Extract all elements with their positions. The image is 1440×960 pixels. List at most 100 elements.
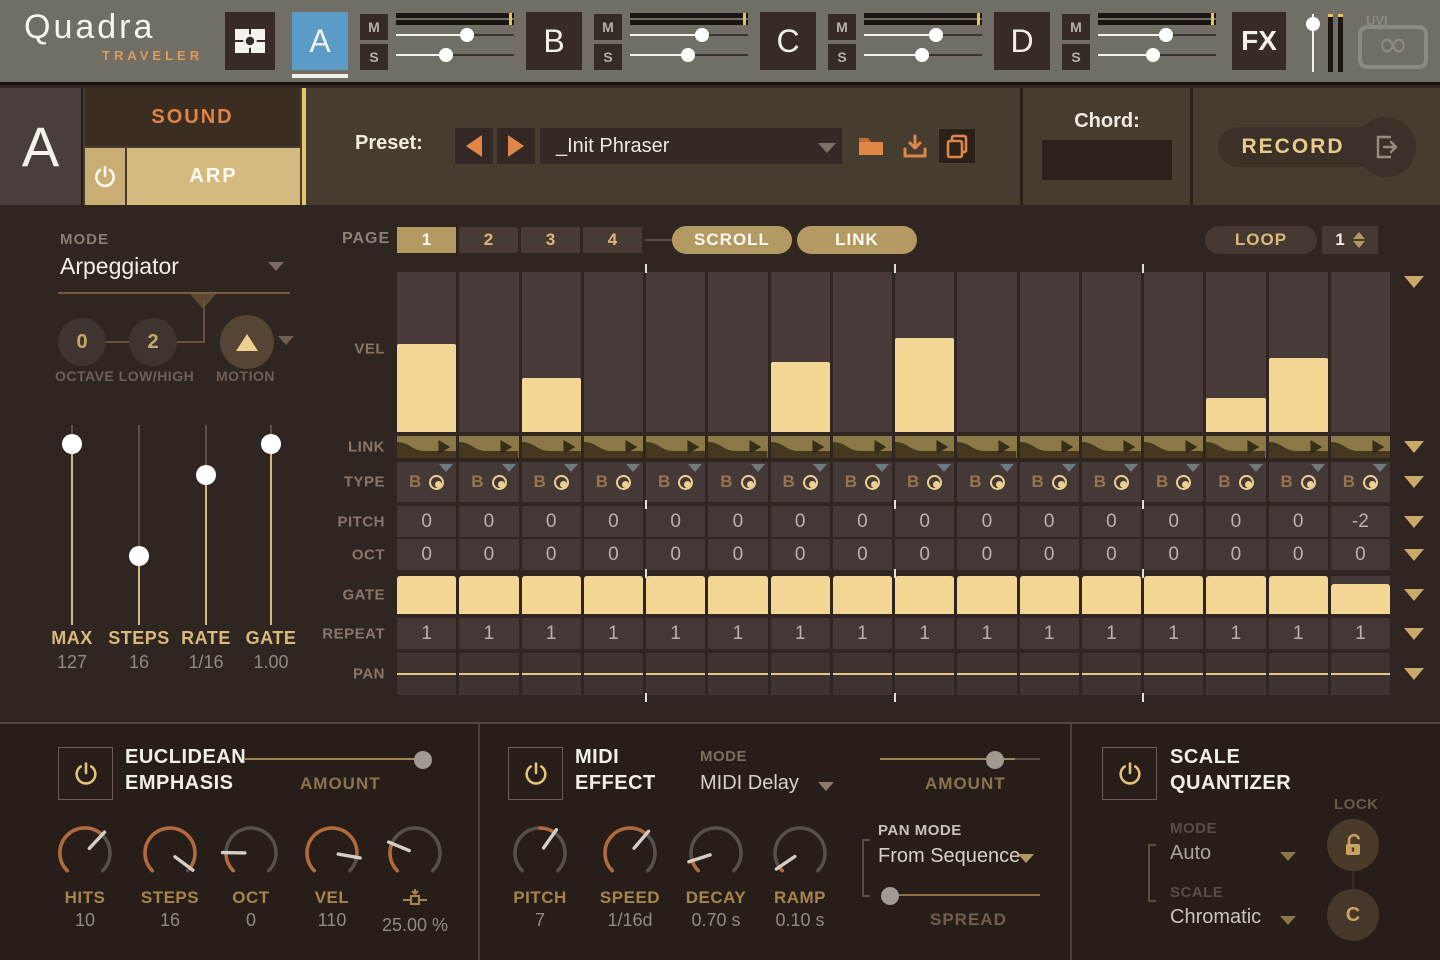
link-button[interactable]: LINK (797, 226, 917, 254)
link-step-15[interactable] (1268, 436, 1328, 458)
pitch-step-2[interactable]: 0 (459, 506, 519, 537)
volume-slider-D[interactable] (1098, 28, 1216, 42)
euclidean-amount-slider[interactable] (245, 758, 428, 760)
scale-mode-dropdown-icon[interactable] (1280, 852, 1296, 861)
pan-step-2[interactable] (459, 653, 519, 695)
link-step-8[interactable] (832, 436, 892, 458)
repeat-step-12[interactable]: 1 (1081, 618, 1141, 649)
repeat-step-13[interactable]: 1 (1144, 618, 1204, 649)
link-step-13[interactable] (1144, 436, 1204, 458)
motion-dropdown-icon[interactable] (278, 336, 294, 345)
repeat-step-8[interactable]: 1 (832, 618, 892, 649)
gate-step-15[interactable] (1268, 576, 1328, 614)
euclidean-oct-knob[interactable]: OCT 0 (209, 822, 293, 931)
steps-slider[interactable] (129, 425, 149, 625)
solo-button-C[interactable]: S (828, 44, 856, 70)
gate-step-11[interactable] (1019, 576, 1079, 614)
euclidean-steps-knob[interactable]: STEPS 16 (128, 822, 212, 931)
pitch-step-6[interactable]: 0 (708, 506, 768, 537)
pitch-step-3[interactable]: 0 (521, 506, 581, 537)
pan-slider-B[interactable] (630, 48, 748, 62)
scale-dropdown[interactable]: Chromatic (1170, 906, 1261, 929)
pitch-step-13[interactable]: 0 (1144, 506, 1204, 537)
pan-step-14[interactable] (1206, 653, 1266, 695)
repeat-step-10[interactable]: 1 (957, 618, 1017, 649)
type-dropdown-icon[interactable] (688, 464, 703, 472)
pan-step-3[interactable] (521, 653, 581, 695)
spread-handle[interactable] (881, 887, 899, 905)
type-dropdown-icon[interactable] (999, 464, 1014, 472)
volume-slider-B[interactable] (630, 28, 748, 42)
vel-step-16[interactable] (1330, 272, 1390, 432)
type-dropdown-icon[interactable] (1186, 464, 1201, 472)
type-dropdown-icon[interactable] (1248, 464, 1263, 472)
gate-step-7[interactable] (770, 576, 830, 614)
preset-save-button[interactable] (896, 128, 934, 164)
part-tab-C[interactable]: C (760, 12, 816, 70)
pan-step-16[interactable] (1330, 653, 1390, 695)
humanize-knob[interactable]: 25.00 % (373, 822, 457, 936)
link-step-11[interactable] (1019, 436, 1079, 458)
vel-step-12[interactable] (1081, 272, 1141, 432)
preset-copy-button[interactable] (938, 128, 976, 164)
chord-field[interactable] (1042, 140, 1172, 180)
pitch-step-4[interactable]: 0 (583, 506, 643, 537)
gate-step-6[interactable] (708, 576, 768, 614)
oct-step-15[interactable]: 0 (1268, 539, 1328, 570)
type-dropdown-icon[interactable] (501, 464, 516, 472)
pan-step-5[interactable] (646, 653, 706, 695)
type-row-menu-icon[interactable] (1404, 476, 1424, 488)
repeat-step-1[interactable]: 1 (397, 618, 457, 649)
page-button-4[interactable]: 4 (583, 227, 642, 253)
type-dropdown-icon[interactable] (1061, 464, 1076, 472)
volume-slider-C[interactable] (864, 28, 982, 42)
vel-step-15[interactable] (1268, 272, 1328, 432)
link-step-7[interactable] (770, 436, 830, 458)
vel-step-10[interactable] (957, 272, 1017, 432)
fx-tab[interactable]: FX (1232, 12, 1286, 70)
pitch-row-menu-icon[interactable] (1404, 515, 1424, 528)
preset-browse-button[interactable] (852, 128, 890, 164)
repeat-step-16[interactable]: 1 (1330, 618, 1390, 649)
repeat-step-3[interactable]: 1 (521, 618, 581, 649)
tab-sound[interactable]: SOUND (85, 88, 300, 146)
repeat-step-6[interactable]: 1 (708, 618, 768, 649)
mode-dropdown[interactable]: Arpeggiator (60, 253, 179, 280)
link-step-4[interactable] (583, 436, 643, 458)
euclidean-amount-handle[interactable] (413, 751, 432, 769)
repeat-step-11[interactable]: 1 (1019, 618, 1079, 649)
type-dropdown-icon[interactable] (812, 464, 827, 472)
pan-step-6[interactable] (708, 653, 768, 695)
pan-slider-C[interactable] (864, 48, 982, 62)
pitch-step-16[interactable]: -2 (1330, 506, 1390, 537)
vel-step-2[interactable] (459, 272, 519, 432)
oct-step-7[interactable]: 0 (770, 539, 830, 570)
gate-step-13[interactable] (1144, 576, 1204, 614)
link-step-14[interactable] (1206, 436, 1266, 458)
part-tab-D[interactable]: D (994, 12, 1050, 70)
pitch-step-14[interactable]: 0 (1206, 506, 1266, 537)
mute-button-C[interactable]: M (828, 14, 856, 40)
type-dropdown-icon[interactable] (750, 464, 765, 472)
hits-knob[interactable]: HITS 10 (43, 822, 127, 931)
mute-button-B[interactable]: M (594, 14, 622, 40)
pan-step-8[interactable] (832, 653, 892, 695)
type-dropdown-icon[interactable] (937, 464, 952, 472)
gate-slider[interactable] (261, 425, 281, 625)
oct-step-6[interactable]: 0 (708, 539, 768, 570)
repeat-step-15[interactable]: 1 (1268, 618, 1328, 649)
type-step-13[interactable]: B (1144, 462, 1204, 502)
type-step-9[interactable]: B (895, 462, 955, 502)
type-step-8[interactable]: B (832, 462, 892, 502)
part-tab-A[interactable]: A (292, 12, 348, 70)
solo-button-B[interactable]: S (594, 44, 622, 70)
pan-step-4[interactable] (583, 653, 643, 695)
type-step-7[interactable]: B (770, 462, 830, 502)
link-step-9[interactable] (895, 436, 955, 458)
repeat-step-7[interactable]: 1 (770, 618, 830, 649)
quad-view-button[interactable] (225, 12, 275, 70)
type-step-3[interactable]: B (521, 462, 581, 502)
master-volume-handle[interactable] (1306, 17, 1320, 32)
type-step-16[interactable]: B (1330, 462, 1390, 502)
preset-dropdown-icon[interactable] (818, 143, 836, 153)
